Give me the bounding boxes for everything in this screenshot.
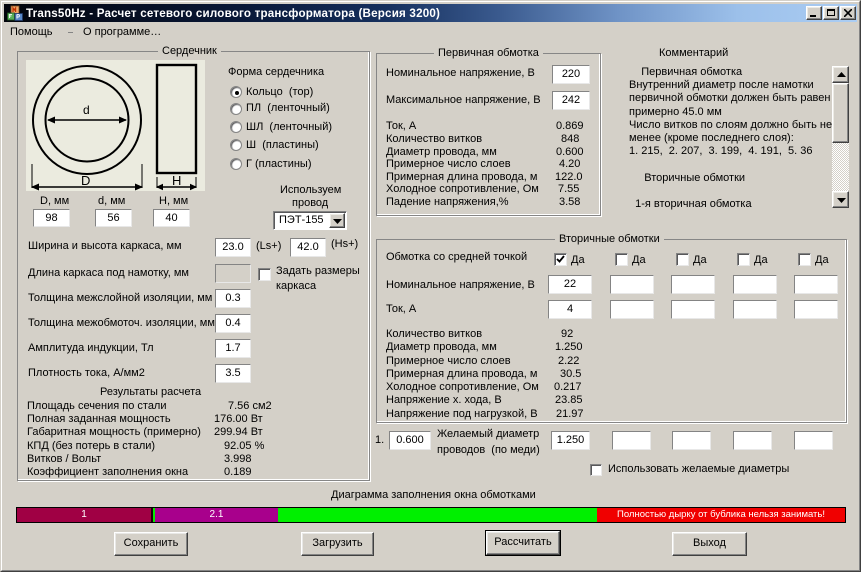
svg-text:D: D	[81, 173, 90, 188]
svg-text:d: d	[83, 103, 90, 117]
svg-text:H: H	[172, 173, 181, 188]
